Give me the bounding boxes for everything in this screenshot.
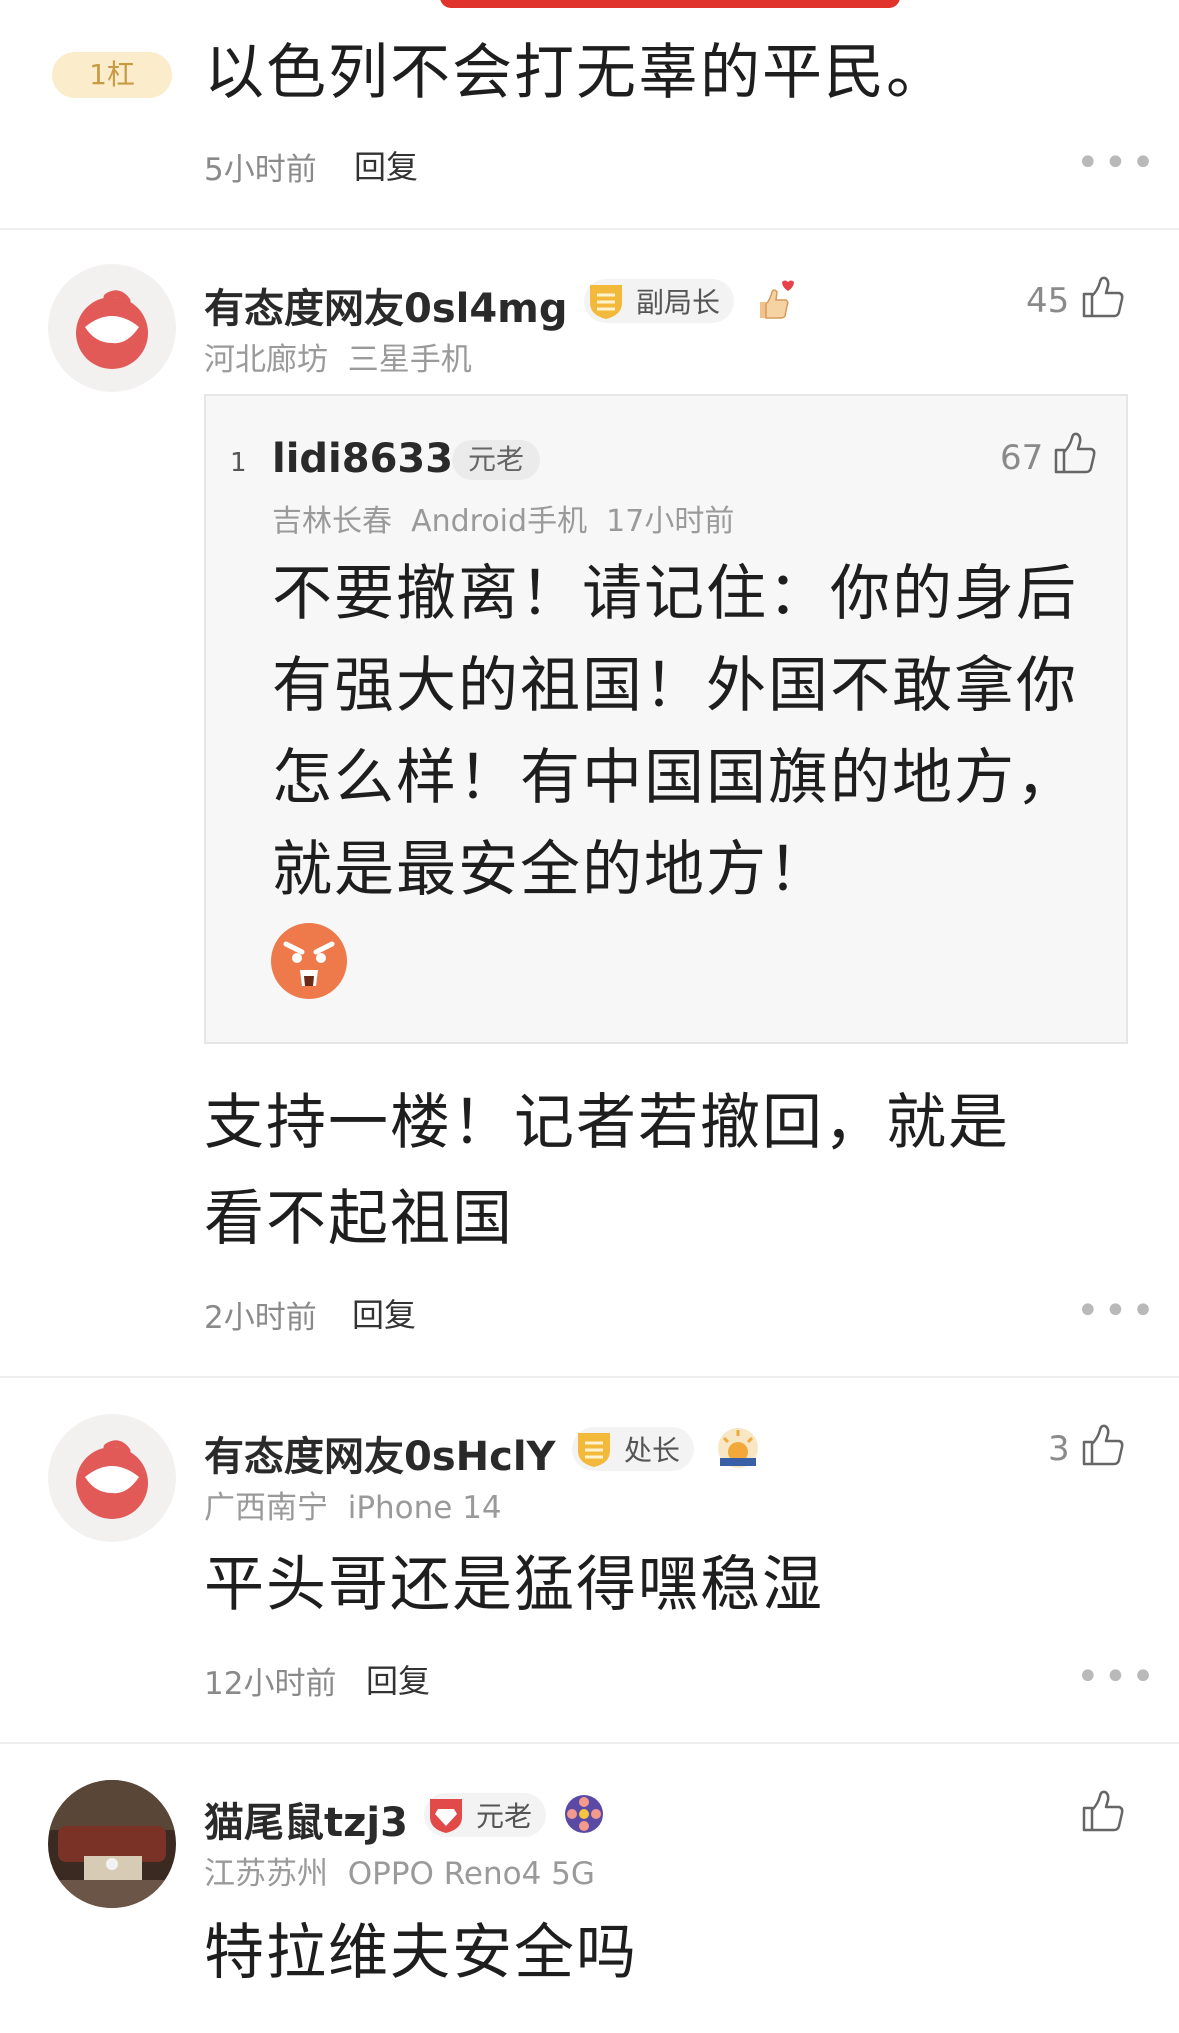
netease-avatar-icon — [76, 1440, 148, 1519]
comment-time: 5小时前 — [204, 152, 317, 188]
living-room-photo — [48, 1780, 176, 1908]
quote-location: 吉林长春 — [272, 504, 392, 539]
username[interactable]: 有态度网友0sl4mg — [204, 276, 568, 334]
rank-label: 处长 — [624, 1434, 681, 1467]
location: 广西南宁 iPhone 14 — [204, 1482, 502, 1527]
angry-face-emoji — [270, 922, 348, 1004]
device: iPhone 14 — [347, 1490, 502, 1526]
location: 河北廊坊 三星手机 — [204, 334, 472, 379]
comment-time: 2小时前 — [204, 1300, 317, 1336]
shield-rank-icon — [584, 279, 628, 323]
username[interactable]: 猫尾鼠tzj3 — [204, 1790, 408, 1848]
comment-text: 以色列不会打无辜的平民。 — [204, 38, 948, 108]
netease-avatar-icon — [76, 290, 148, 369]
film-reel-icon — [562, 1792, 606, 1840]
comment-text: 平头哥还是猛得嘿稳湿 — [204, 1550, 824, 1620]
reply-button[interactable]: 回复 — [354, 142, 418, 188]
diamond-rank-icon — [424, 1793, 468, 1837]
more-icon[interactable]: ••• — [1076, 1288, 1159, 1334]
avatar[interactable] — [48, 1780, 176, 1908]
comment-text: 特拉维夫安全吗 — [204, 1918, 638, 1988]
quote-text: 不要撤离！请记住：你的身后有强大的祖国！外国不敢拿你怎么样！有中国国旗的地方，就… — [272, 559, 1078, 905]
location: 江苏苏州 OPPO Reno4 5G — [204, 1848, 595, 1893]
rank-badge: 处长 — [572, 1427, 695, 1471]
rank-badge: 元老 — [424, 1793, 547, 1837]
more-icon[interactable]: ••• — [1076, 1654, 1159, 1700]
shield-rank-icon — [572, 1427, 616, 1471]
reply-button[interactable]: 回复 — [366, 1656, 430, 1702]
quote-username[interactable]: lidi8633 — [272, 436, 453, 482]
rank-label: 元老 — [476, 1800, 533, 1833]
quote-time: 17小时前 — [606, 504, 735, 539]
reply-button[interactable]: 回复 — [352, 1290, 416, 1336]
location-city: 河北廊坊 — [204, 342, 328, 378]
quoted-comment[interactable]: 1 lidi8633 元老 67 吉林长春 Android手机 17小时前 不要… — [204, 394, 1128, 1044]
like-count: 3 — [1048, 1429, 1070, 1469]
device: OPPO Reno4 5G — [347, 1856, 595, 1892]
thumbs-up-icon[interactable] — [1052, 430, 1098, 480]
quote-rank-badge: 元老 — [452, 440, 541, 480]
quote-like-count: 67 — [1000, 438, 1044, 478]
thumbs-up-icon[interactable] — [1080, 1422, 1126, 1472]
avatar[interactable] — [48, 1414, 176, 1542]
quote-meta: 吉林长春 Android手机 17小时前 — [272, 496, 734, 540]
rank-badge: 副局长 — [584, 279, 735, 323]
location-city: 广西南宁 — [204, 1490, 328, 1526]
device: 三星手机 — [347, 342, 472, 378]
more-icon[interactable]: ••• — [1076, 140, 1159, 186]
quote-floor: 1 — [230, 448, 247, 478]
divider — [0, 228, 1179, 230]
sunrise-icon — [716, 1426, 760, 1474]
divider — [0, 1376, 1179, 1378]
like-count: 45 — [1026, 281, 1070, 321]
heart-hand-icon — [752, 278, 796, 326]
top-red-bar — [440, 0, 900, 8]
avatar[interactable] — [48, 264, 176, 392]
floor-badge: 1杠 — [52, 52, 172, 98]
comment-time: 12小时前 — [204, 1666, 337, 1702]
comment-text-line2: 看不起祖国 — [204, 1184, 514, 1254]
divider — [0, 1742, 1179, 1744]
location-city: 江苏苏州 — [204, 1856, 328, 1892]
thumbs-up-icon[interactable] — [1080, 274, 1126, 324]
thumbs-up-icon[interactable] — [1080, 1788, 1126, 1838]
quote-device: Android手机 — [411, 504, 588, 539]
username[interactable]: 有态度网友0sHclY — [204, 1424, 556, 1482]
rank-label: 副局长 — [636, 286, 721, 319]
comment-text-line1: 支持一楼！记者若撤回，就是 — [204, 1088, 1010, 1158]
